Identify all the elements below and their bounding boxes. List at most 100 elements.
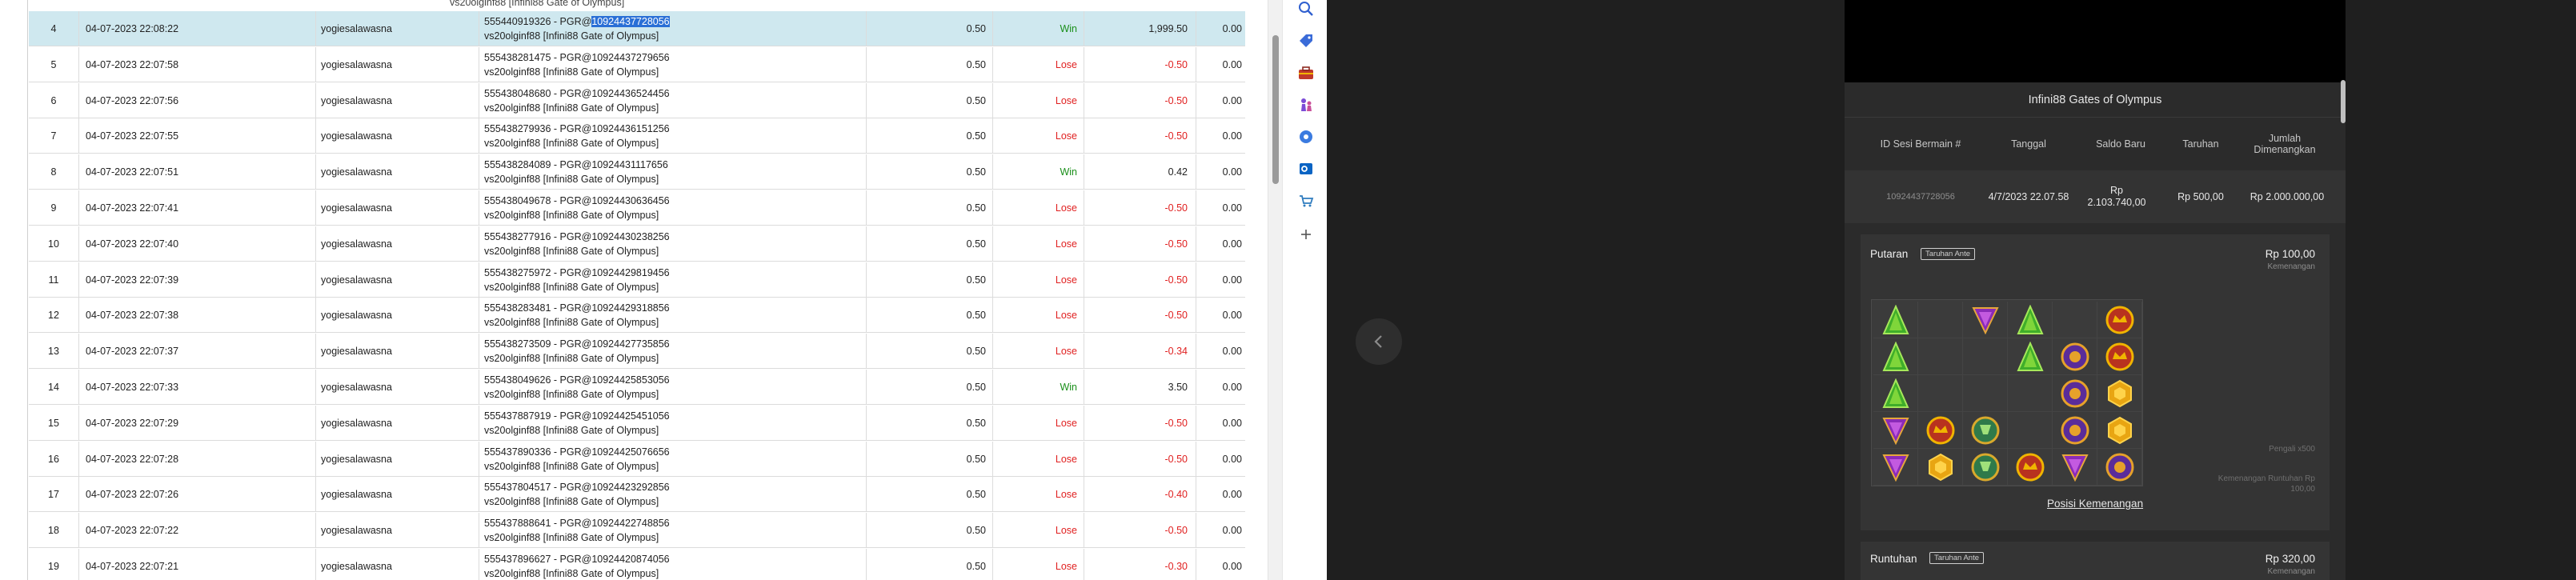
row-round-id[interactable]: 10924437728056: [591, 16, 670, 27]
settings-icon[interactable]: [1297, 128, 1315, 146]
ring-symbol-icon: [2053, 375, 2097, 412]
row-desc-line1: 555437890336 - PGR@10924425076656: [484, 445, 670, 459]
table-row[interactable]: 9 04-07-2023 22:07:41 yogiesalawasna 555438…: [29, 190, 1245, 226]
spin-win-amount: Rp 100,00: [2265, 248, 2315, 260]
table-row[interactable]: 16 04-07-2023 22:07:28 yogiesalawasna 55543…: [29, 442, 1245, 477]
row-round-id[interactable]: 10924425853056: [591, 374, 669, 386]
row-desc-prefix: 555437804517 - PGR@: [484, 482, 592, 493]
row-round-id[interactable]: 10924431117656: [591, 159, 667, 170]
table-row[interactable]: 17 04-07-2023 22:07:26 yogiesalawasna 55543…: [29, 477, 1245, 512]
table-row[interactable]: 6 04-07-2023 22:07:56 yogiesalawasna 555438…: [29, 83, 1245, 118]
row-round-id[interactable]: 10924429819456: [591, 267, 669, 278]
green-cup-symbol-icon: [1963, 449, 2008, 486]
row-balance: 0.00: [1196, 154, 1245, 190]
row-date: 04-07-2023 22:07:38: [78, 298, 315, 333]
row-round-id[interactable]: 10924420874056: [591, 554, 669, 565]
row-result: Lose: [992, 298, 1084, 333]
plus-icon[interactable]: [1297, 226, 1315, 243]
row-bet: 0.50: [866, 370, 992, 405]
table-row[interactable]: 11 04-07-2023 22:07:39 yogiesalawasna 55543…: [29, 262, 1245, 298]
row-description: 555437896627 - PGR@10924420874056 vs20olg…: [479, 549, 866, 580]
row-game-name: vs20olginf88 [Infini88 Gate of Olympus]: [484, 389, 659, 400]
green-gem-symbol-icon: [2008, 338, 2053, 375]
purple-gem-symbol-icon: [1873, 449, 1918, 486]
toolbox-icon[interactable]: [1297, 64, 1315, 82]
row-number: 12: [48, 310, 59, 321]
row-win-loss: -0.50: [1084, 442, 1196, 477]
gold-gem-symbol-icon: [2097, 412, 2142, 449]
row-round-id[interactable]: 10924437279656: [591, 52, 669, 63]
row-game-name: vs20olginf88 [Infini88 Gate of Olympus]: [484, 66, 659, 78]
row-result: Win: [992, 154, 1084, 190]
table-row[interactable]: 10 04-07-2023 22:07:40 yogiesalawasna 55543…: [29, 226, 1245, 262]
row-number: 8: [50, 166, 57, 178]
row-round-id[interactable]: 10924430238256: [591, 231, 669, 242]
slot-grid: [1871, 299, 2143, 486]
table-row[interactable]: 18 04-07-2023 22:07:22 yogiesalawasna 55543…: [29, 513, 1245, 548]
row-desc-line1: 555438279936 - PGR@10924436151256: [484, 122, 670, 136]
row-number: 16: [48, 454, 59, 465]
row-balance: 0.00: [1196, 262, 1245, 298]
row-game-name: vs20olginf88 [Infini88 Gate of Olympus]: [484, 102, 659, 114]
row-bet: 0.50: [866, 442, 992, 477]
win-position-link[interactable]: Posisi Kemenangan: [2047, 498, 2143, 510]
row-balance: 0.00: [1196, 442, 1245, 477]
row-desc-prefix: 555438277916 - PGR@: [484, 231, 592, 242]
table-row[interactable]: 13 04-07-2023 22:07:37 yogiesalawasna 55543…: [29, 334, 1245, 369]
row-desc-line1: 555438048680 - PGR@10924436524456: [484, 86, 670, 101]
table-row[interactable]: 5 04-07-2023 22:07:58 yogiesalawasna 555438…: [29, 47, 1245, 82]
row-date: 04-07-2023 22:08:22: [78, 11, 315, 46]
ring-symbol-icon: [2053, 338, 2097, 375]
row-number: 6: [50, 95, 57, 106]
row-desc-line1: 555438284089 - PGR@10924431117656: [484, 158, 668, 172]
cart-icon[interactable]: [1297, 192, 1315, 210]
chess-icon[interactable]: [1297, 96, 1315, 114]
row-bet: 0.50: [866, 334, 992, 369]
row-username: yogiesalawasna: [315, 442, 479, 477]
tag-icon[interactable]: [1297, 32, 1315, 50]
row-username: yogiesalawasna: [315, 190, 479, 226]
modal-scrollbar[interactable]: [2341, 80, 2346, 123]
row-description: 555438048680 - PGR@10924436524456 vs20olg…: [479, 83, 866, 118]
table-row[interactable]: 4 04-07-2023 22:08:22 yogiesalawasna 555440…: [29, 11, 1245, 46]
outlook-icon[interactable]: [1297, 160, 1315, 178]
table-row[interactable]: 12 04-07-2023 22:07:38 yogiesalawasna 55543…: [29, 298, 1245, 333]
row-balance: 0.00: [1196, 190, 1245, 226]
previous-button[interactable]: [1356, 318, 1402, 365]
row-desc-prefix: 555438281475 - PGR@: [484, 52, 592, 63]
table-scrollbar[interactable]: [1268, 0, 1282, 580]
search-icon[interactable]: [1297, 0, 1315, 18]
row-round-id[interactable]: 10924423292856: [591, 482, 669, 493]
row-username: yogiesalawasna: [315, 154, 479, 190]
row-round-id[interactable]: 10924425076656: [591, 446, 669, 458]
row-date: 04-07-2023 22:07:55: [78, 118, 315, 154]
row-username: yogiesalawasna: [315, 262, 479, 298]
row-round-id[interactable]: 10924436524456: [591, 88, 669, 99]
row-description: 555438277916 - PGR@10924430238256 vs20olg…: [479, 226, 866, 262]
row-result: Lose: [992, 83, 1084, 118]
row-number: 17: [48, 489, 59, 500]
row-result: Lose: [992, 442, 1084, 477]
table-row[interactable]: 14 04-07-2023 22:07:33 yogiesalawasna 55543…: [29, 370, 1245, 405]
empty-cell: [1918, 375, 1963, 412]
table-row[interactable]: 15 04-07-2023 22:07:29 yogiesalawasna 55543…: [29, 406, 1245, 441]
date-value: 4/7/2023 22.07.58: [1981, 170, 2077, 223]
row-round-id[interactable]: 10924427735856: [591, 338, 669, 350]
row-round-id[interactable]: 10924425451056: [591, 410, 669, 422]
row-round-id[interactable]: 10924436151256: [591, 123, 669, 134]
row-description: 555437887919 - PGR@10924425451056 vs20olg…: [479, 406, 866, 441]
scrollbar-thumb[interactable]: [1272, 35, 1279, 184]
row-round-id[interactable]: 10924430636456: [591, 195, 669, 206]
row-desc-prefix: 555438049678 - PGR@: [484, 195, 592, 206]
row-desc-prefix: 555438049626 - PGR@: [484, 374, 592, 386]
row-win-loss: 1,999.50: [1084, 11, 1196, 46]
table-row[interactable]: 7 04-07-2023 22:07:55 yogiesalawasna 555438…: [29, 118, 1245, 154]
row-round-id[interactable]: 10924429318856: [591, 302, 669, 314]
table-row[interactable]: 19 04-07-2023 22:07:21 yogiesalawasna 55543…: [29, 549, 1245, 580]
row-game-name: vs20olginf88 [Infini88 Gate of Olympus]: [484, 282, 659, 293]
row-description: 555438049678 - PGR@10924430636456 vs20olg…: [479, 190, 866, 226]
cutoff-row-text: vs20olginf88 [Infini88 Gate of Olympus]: [450, 0, 625, 8]
table-row[interactable]: 8 04-07-2023 22:07:51 yogiesalawasna 555438…: [29, 154, 1245, 190]
row-balance: 0.00: [1196, 298, 1245, 333]
row-round-id[interactable]: 10924422748856: [591, 518, 669, 529]
